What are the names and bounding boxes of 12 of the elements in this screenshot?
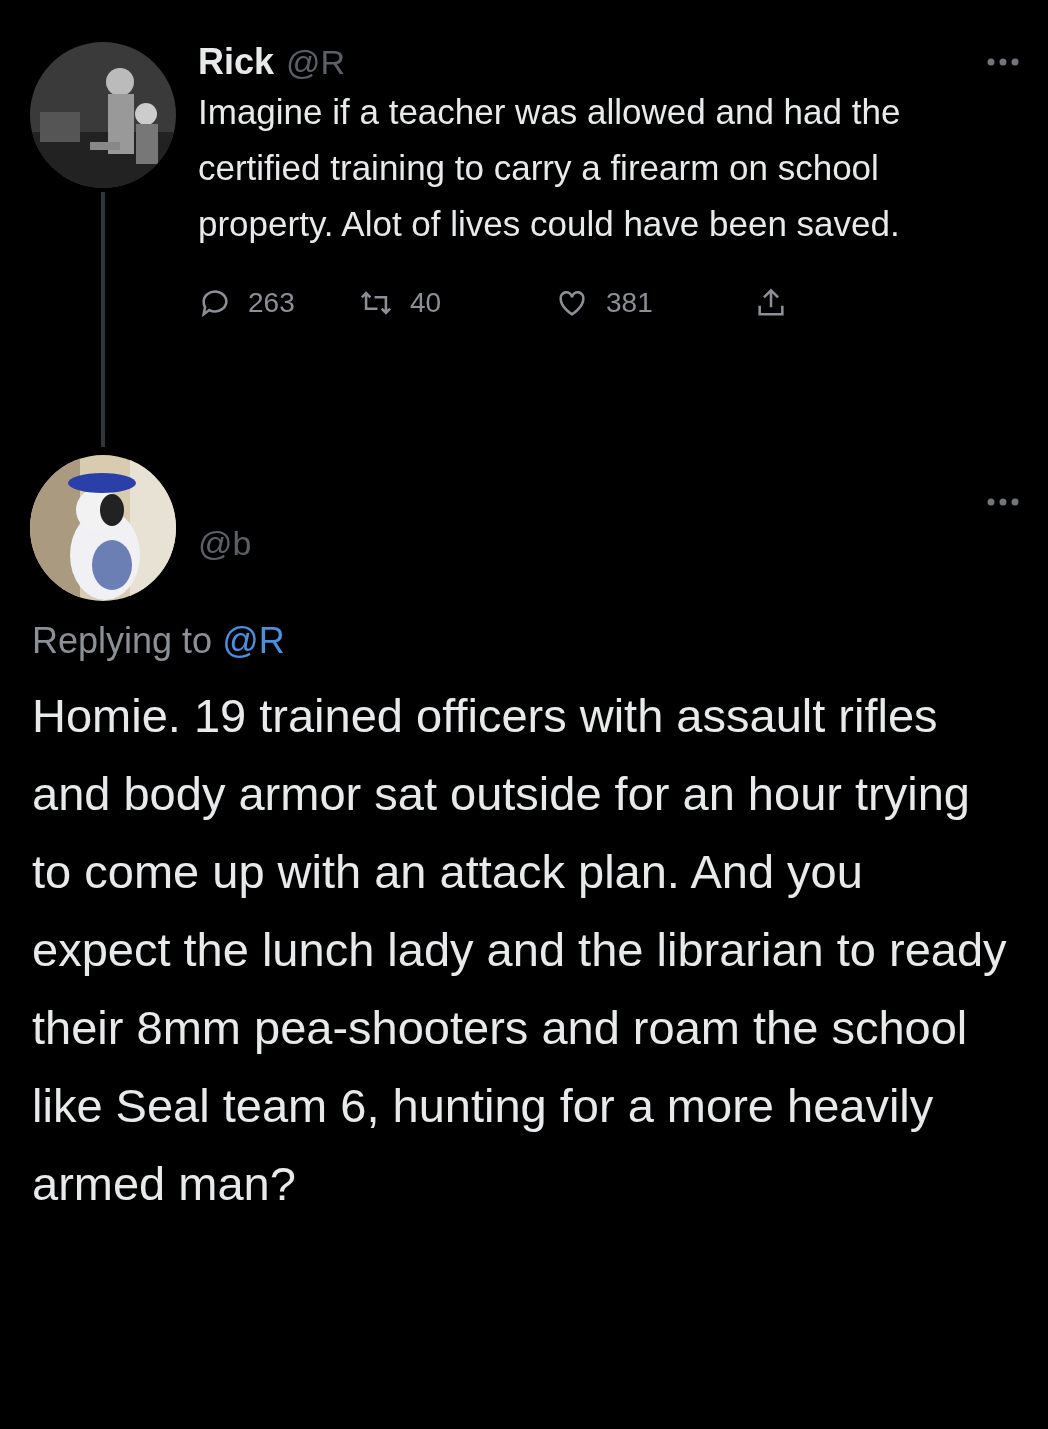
- more-icon[interactable]: [986, 57, 1020, 67]
- author-handle[interactable]: @b: [198, 518, 252, 569]
- replying-to-label: Replying to: [32, 620, 213, 661]
- tweet-text: Imagine if a teacher was allowed and had the certified training to carry a firearm on school property. Alot of lives could have been saved.: [198, 91, 902, 245]
- author-handle[interactable]: @R: [286, 42, 346, 82]
- author-name[interactable]: Rick: [198, 42, 275, 82]
- action-count: 381: [606, 286, 653, 320]
- tweet-text: Homie. 19 trained officers with assault rifles and body armor sat outside for an hour trying to come up with an attack plan. And you expect the lunch lady and the librarian to ready their 8mm pea-shooters and roam the school like Seal team 6, hunting for a more heavily armed man?: [32, 688, 1008, 1212]
- mention-link[interactable]: @R: [222, 620, 285, 661]
- action-count: 263: [248, 286, 295, 320]
- more-icon[interactable]: [986, 497, 1020, 507]
- action-count: 40: [410, 286, 442, 320]
